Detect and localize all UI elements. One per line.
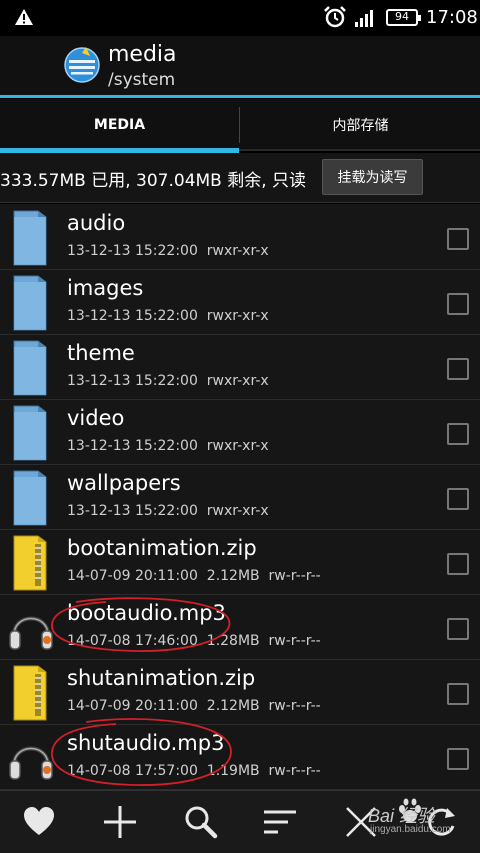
tab-bar: MEDIA 内部存储 bbox=[0, 99, 480, 153]
file-name: bootanimation.zip bbox=[67, 536, 257, 560]
file-size: 2.12MB bbox=[206, 568, 260, 584]
file-date: 13-12-13 15:22:00 bbox=[67, 308, 198, 324]
file-permissions: rwxr-xr-x bbox=[206, 438, 269, 454]
file-meta: 14-07-09 20:11:00 2.12MB rw-r--r-- bbox=[67, 698, 321, 714]
tab-divider bbox=[239, 107, 240, 143]
file-permissions: rwxr-xr-x bbox=[206, 243, 269, 259]
storage-usage-text: 333.57MB 已用, 307.04MB 剩余, 只读 bbox=[0, 171, 307, 191]
add-icon[interactable] bbox=[102, 804, 138, 840]
tab-media[interactable]: MEDIA bbox=[0, 99, 239, 153]
file-size: 1.28MB bbox=[206, 633, 260, 649]
folder-icon bbox=[13, 275, 47, 331]
tab-media-label: MEDIA bbox=[93, 117, 146, 133]
file-name: images bbox=[67, 276, 144, 300]
zip-archive-icon bbox=[13, 665, 47, 721]
file-permissions: rw-r--r-- bbox=[268, 568, 321, 584]
file-date: 13-12-13 15:22:00 bbox=[67, 243, 198, 259]
tab-internal-storage[interactable]: 内部存储 bbox=[241, 99, 480, 151]
file-meta: 14-07-08 17:57:00 1.19MB rw-r--r-- bbox=[67, 763, 321, 779]
file-meta: 14-07-09 20:11:00 2.12MB rw-r--r-- bbox=[67, 568, 321, 584]
file-meta: 13-12-13 15:22:00 rwxr-xr-x bbox=[67, 503, 269, 519]
file-date: 13-12-13 15:22:00 bbox=[67, 373, 198, 389]
headphones-icon bbox=[9, 746, 53, 780]
search-icon[interactable] bbox=[183, 804, 219, 840]
file-permissions: rw-r--r-- bbox=[268, 633, 321, 649]
file-meta: 13-12-13 15:22:00 rwxr-xr-x bbox=[67, 243, 269, 259]
folder-icon bbox=[13, 405, 47, 461]
clock: 17:08 bbox=[426, 7, 478, 28]
file-date: 14-07-09 20:11:00 bbox=[67, 568, 198, 584]
folder-icon bbox=[13, 340, 47, 396]
select-checkbox[interactable] bbox=[447, 748, 469, 770]
select-checkbox[interactable] bbox=[447, 553, 469, 575]
file-meta: 13-12-13 15:22:00 rwxr-xr-x bbox=[67, 308, 269, 324]
file-permissions: rw-r--r-- bbox=[268, 698, 321, 714]
storage-info-bar: 333.57MB 已用, 307.04MB 剩余, 只读 挂载为读写 bbox=[0, 153, 480, 203]
mount-read-write-button[interactable]: 挂载为读写 bbox=[322, 159, 423, 195]
file-size: 1.19MB bbox=[206, 763, 260, 779]
file-name: shutaudio.mp3 bbox=[67, 731, 225, 755]
file-meta: 13-12-13 15:22:00 rwxr-xr-x bbox=[67, 438, 269, 454]
refresh-icon[interactable] bbox=[423, 804, 459, 840]
select-checkbox[interactable] bbox=[447, 488, 469, 510]
select-checkbox[interactable] bbox=[447, 358, 469, 380]
alarm-icon bbox=[324, 6, 346, 28]
battery-icon: 94 bbox=[386, 9, 421, 26]
file-permissions: rwxr-xr-x bbox=[206, 503, 269, 519]
file-name: audio bbox=[67, 211, 126, 235]
file-row[interactable]: audio 13-12-13 15:22:00 rwxr-xr-x bbox=[0, 205, 480, 270]
file-row[interactable]: video 13-12-13 15:22:00 rwxr-xr-x bbox=[0, 400, 480, 465]
warning-icon bbox=[15, 9, 33, 25]
file-date: 13-12-13 15:22:00 bbox=[67, 503, 198, 519]
file-row[interactable]: images 13-12-13 15:22:00 rwxr-xr-x bbox=[0, 270, 480, 335]
zip-archive-icon bbox=[13, 535, 47, 591]
file-row[interactable]: wallpapers 13-12-13 15:22:00 rwxr-xr-x bbox=[0, 465, 480, 530]
select-checkbox[interactable] bbox=[447, 423, 469, 445]
bottom-action-bar bbox=[0, 790, 480, 853]
app-logo-icon[interactable] bbox=[62, 44, 102, 84]
status-bar: 94 17:08 bbox=[0, 0, 480, 36]
folder-icon bbox=[13, 470, 47, 526]
signal-icon bbox=[355, 10, 373, 27]
select-checkbox[interactable] bbox=[447, 293, 469, 315]
file-meta: 13-12-13 15:22:00 rwxr-xr-x bbox=[67, 373, 269, 389]
page-title: media bbox=[108, 42, 177, 67]
folder-icon bbox=[13, 210, 47, 266]
file-permissions: rwxr-xr-x bbox=[206, 373, 269, 389]
app-header: media /system bbox=[0, 36, 480, 98]
close-icon[interactable] bbox=[343, 804, 379, 840]
current-path: /system bbox=[108, 70, 176, 90]
battery-level: 94 bbox=[395, 10, 409, 23]
file-name: shutanimation.zip bbox=[67, 666, 256, 690]
file-name: video bbox=[67, 406, 125, 430]
file-date: 13-12-13 15:22:00 bbox=[67, 438, 198, 454]
file-meta: 14-07-08 17:46:00 1.28MB rw-r--r-- bbox=[67, 633, 321, 649]
file-row[interactable]: bootanimation.zip 14-07-09 20:11:00 2.12M… bbox=[0, 530, 480, 595]
file-name: bootaudio.mp3 bbox=[67, 601, 226, 625]
file-permissions: rwxr-xr-x bbox=[206, 308, 269, 324]
file-date: 14-07-09 20:11:00 bbox=[67, 698, 198, 714]
tab-internal-storage-label: 内部存储 bbox=[332, 118, 389, 134]
sort-icon[interactable] bbox=[262, 804, 298, 840]
file-size: 2.12MB bbox=[206, 698, 260, 714]
file-name: wallpapers bbox=[67, 471, 181, 495]
file-row[interactable]: theme 13-12-13 15:22:00 rwxr-xr-x bbox=[0, 335, 480, 400]
file-date: 14-07-08 17:46:00 bbox=[67, 633, 198, 649]
file-row[interactable]: shutaudio.mp3 14-07-08 17:57:00 1.19MB rw… bbox=[0, 725, 480, 790]
file-permissions: rw-r--r-- bbox=[268, 763, 321, 779]
select-checkbox[interactable] bbox=[447, 228, 469, 250]
favorite-icon[interactable] bbox=[21, 804, 57, 840]
headphones-icon bbox=[9, 616, 53, 650]
select-checkbox[interactable] bbox=[447, 683, 469, 705]
file-row[interactable]: shutanimation.zip 14-07-09 20:11:00 2.12M… bbox=[0, 660, 480, 725]
file-row[interactable]: bootaudio.mp3 14-07-08 17:46:00 1.28MB rw… bbox=[0, 595, 480, 660]
header-divider bbox=[0, 95, 480, 98]
file-date: 14-07-08 17:57:00 bbox=[67, 763, 198, 779]
select-checkbox[interactable] bbox=[447, 618, 469, 640]
file-name: theme bbox=[67, 341, 135, 365]
file-list[interactable]: audio 13-12-13 15:22:00 rwxr-xr-x images 13… bbox=[0, 204, 480, 790]
